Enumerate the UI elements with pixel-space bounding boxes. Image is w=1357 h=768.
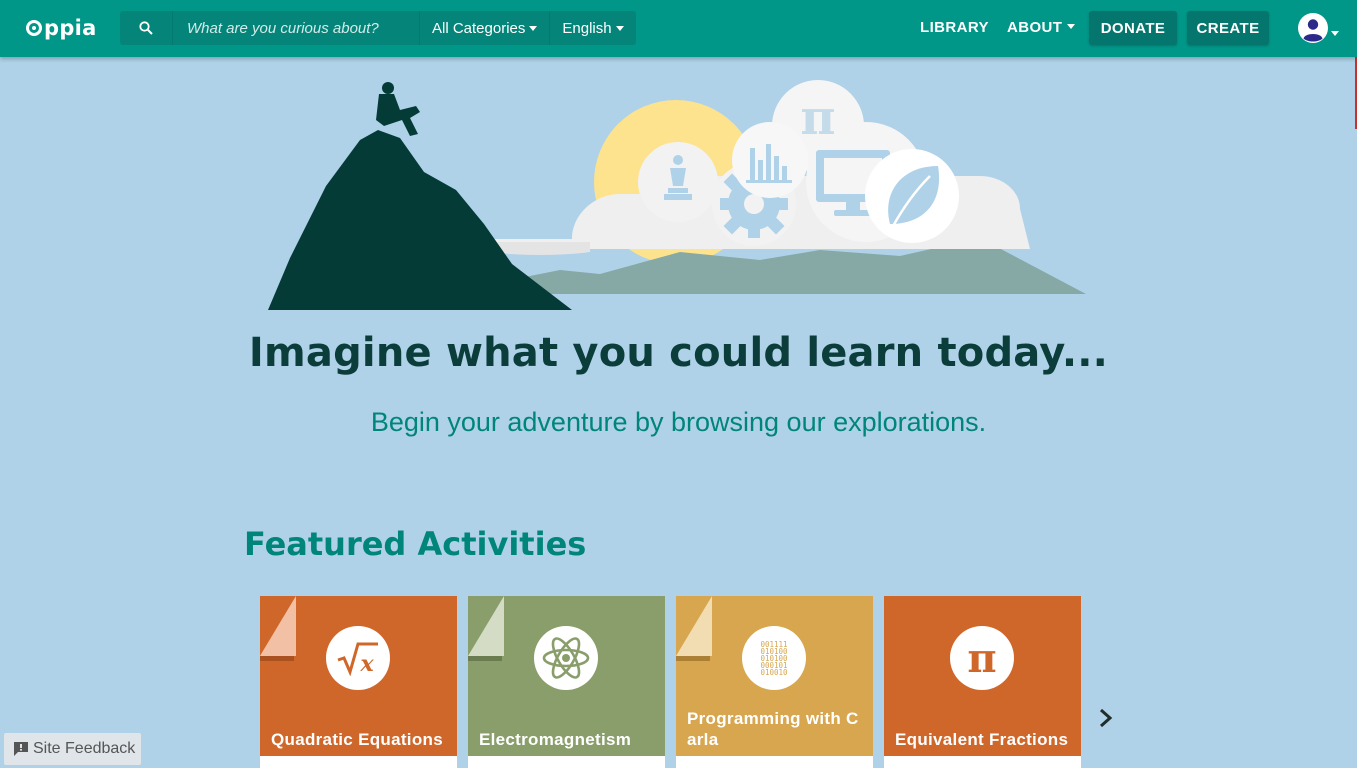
chevron-down-icon: [1067, 24, 1076, 29]
svg-text:π: π: [967, 636, 996, 680]
donate-button[interactable]: DONATE: [1089, 11, 1177, 45]
activity-card-programming-with-carla[interactable]: 001111 010100 010100 000101 010010 Progr…: [676, 596, 873, 768]
logo-mark-icon: [26, 20, 42, 36]
activity-card-equivalent-fractions[interactable]: π Equivalent Fractions: [884, 596, 1081, 768]
carousel-next-arrow-icon[interactable]: [1096, 706, 1116, 730]
svg-text:010010: 010010: [760, 668, 788, 676]
chevron-down-icon: [1331, 30, 1339, 36]
language-dropdown-label: English: [562, 19, 612, 37]
nav-about-dropdown[interactable]: ABOUT: [1007, 19, 1076, 36]
create-button-label: CREATE: [1196, 19, 1260, 37]
logo-text: ppia: [44, 16, 97, 40]
pi-icon: π: [800, 90, 835, 146]
card-title: Programming with Carla: [687, 709, 859, 749]
square-root-icon: x: [326, 626, 390, 690]
nav-library-link[interactable]: LIBRARY: [920, 19, 989, 36]
oppia-logo[interactable]: ppia: [26, 13, 97, 43]
binary-code-icon: 001111 010100 010100 000101 010010: [742, 626, 806, 690]
card-thumbnail: x Quadratic Equations: [260, 596, 457, 756]
page-fold-icon: [468, 596, 504, 661]
avatar: [1298, 13, 1328, 43]
category-dropdown-label: All Categories: [432, 19, 526, 37]
card-title: Equivalent Fractions: [895, 730, 1069, 749]
chevron-down-icon: [529, 26, 538, 31]
donate-button-label: DONATE: [1100, 19, 1166, 37]
atom-icon: [534, 626, 598, 690]
pi-icon: π: [950, 626, 1014, 690]
nav-library-label: LIBRARY: [920, 19, 989, 36]
svg-text:x: x: [359, 651, 374, 676]
card-thumbnail: π Equivalent Fractions: [884, 596, 1081, 756]
language-dropdown[interactable]: English: [549, 11, 635, 45]
sitting-person-icon: [376, 82, 420, 136]
hero-title: Imagine what you could learn today...: [248, 330, 1109, 376]
mountain-shape: [268, 130, 572, 310]
card-title: Quadratic Equations: [271, 730, 443, 749]
category-dropdown[interactable]: All Categories: [420, 11, 549, 45]
create-button[interactable]: CREATE: [1187, 11, 1269, 45]
feedback-icon: [14, 742, 28, 756]
site-feedback-button[interactable]: Site Feedback: [4, 733, 141, 765]
top-navigation-bar: ppia All Categories English LIBRARY ABOU…: [0, 0, 1357, 57]
search-input[interactable]: [173, 11, 420, 45]
hero-illustration: π: [268, 80, 1086, 310]
page-fold-icon: [676, 596, 712, 661]
nav-about-label: ABOUT: [1007, 19, 1063, 36]
card-title: Electromagnetism: [479, 730, 632, 749]
user-menu[interactable]: [1297, 11, 1343, 45]
search-bar: All Categories English: [120, 11, 636, 45]
featured-activities-heading: Featured Activities: [244, 525, 587, 563]
page-fold-icon: [260, 596, 296, 661]
site-feedback-label: Site Feedback: [33, 740, 136, 757]
activity-card-quadratic-equations[interactable]: x Quadratic Equations: [260, 596, 457, 768]
hero-subtitle: Begin your adventure by browsing our exp…: [370, 407, 987, 437]
card-thumbnail: 001111 010100 010100 000101 010010 Progr…: [676, 596, 873, 756]
chevron-down-icon: [615, 26, 624, 31]
activity-card-electromagnetism[interactable]: Electromagnetism: [468, 596, 665, 768]
card-thumbnail: Electromagnetism: [468, 596, 665, 756]
search-icon[interactable]: [120, 11, 173, 45]
